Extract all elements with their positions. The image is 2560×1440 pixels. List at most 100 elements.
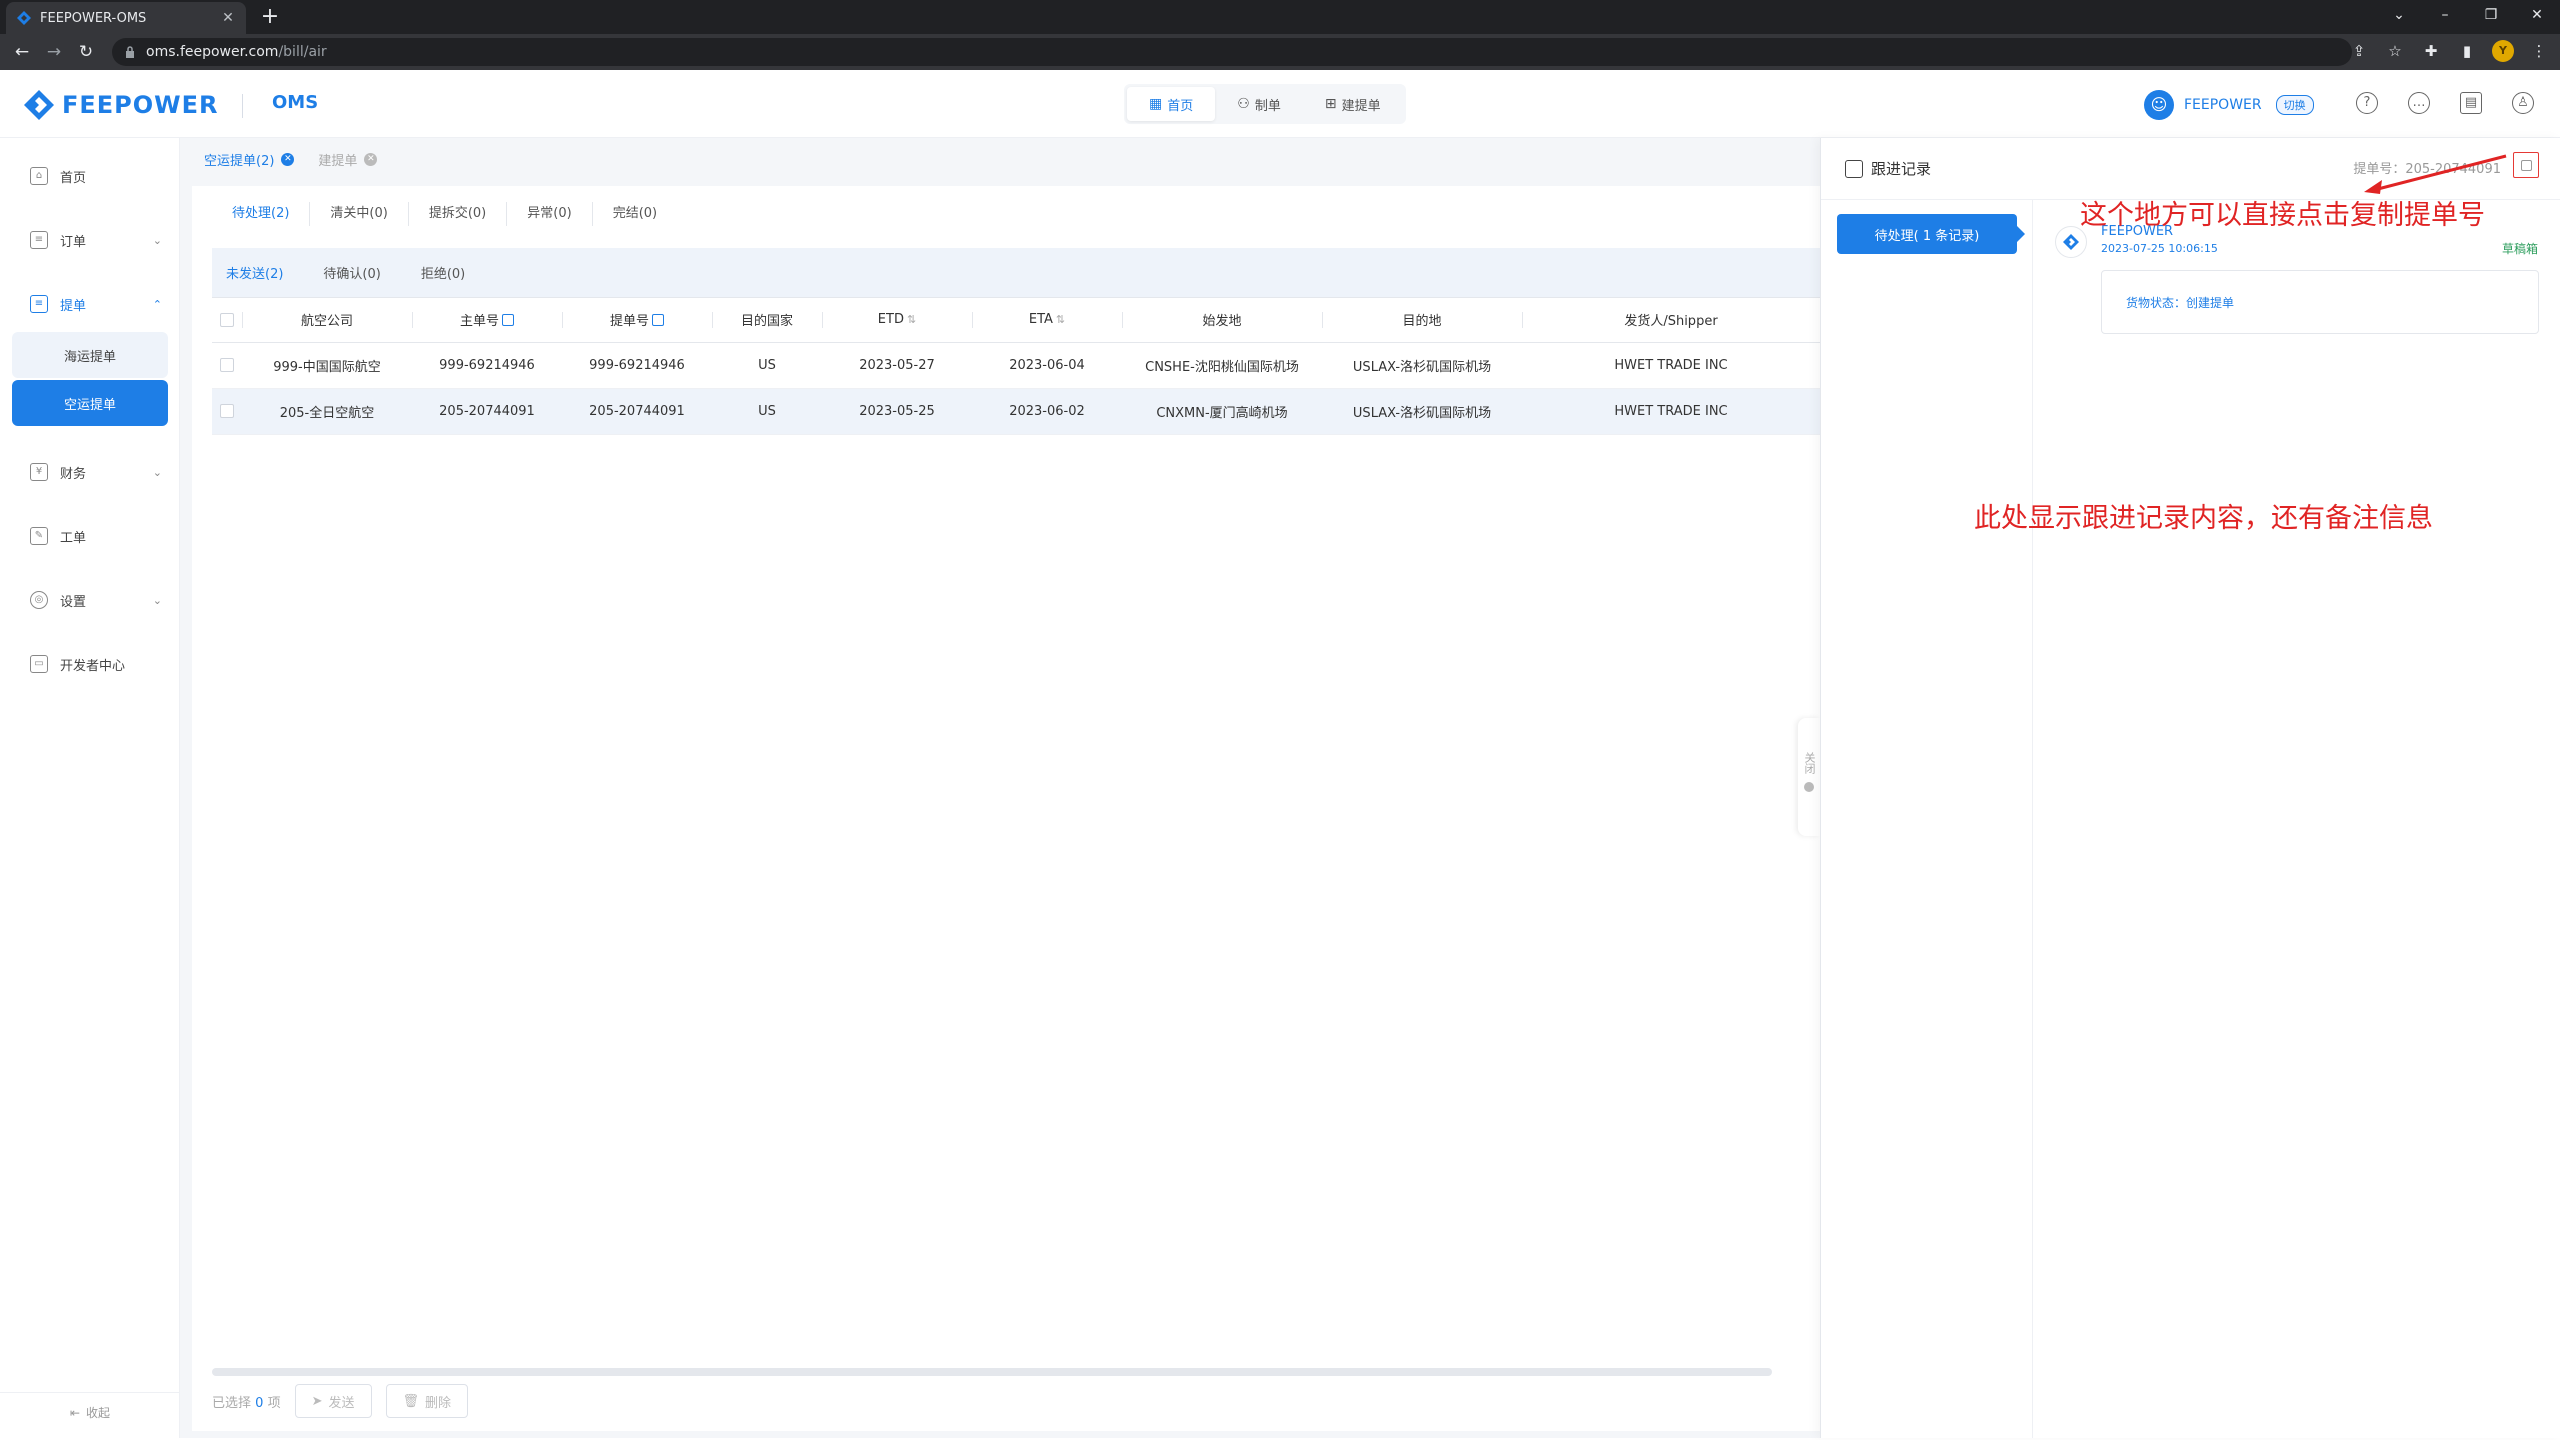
bookmark-star-icon[interactable]: ☆ — [2384, 40, 2406, 62]
send-button[interactable]: ➤ 发送 — [294, 1384, 372, 1418]
help-icon[interactable]: ? — [2356, 92, 2378, 114]
col-etd[interactable]: ETD ⇅ — [822, 298, 972, 343]
restore-icon[interactable]: ❐ — [2468, 0, 2514, 34]
cell-origin: CNSHE-沈阳桃仙国际机场 — [1122, 342, 1322, 389]
tab-search-icon[interactable]: ⌄ — [2376, 0, 2422, 34]
developer-icon: ▭ — [30, 655, 48, 673]
col-airline: 航空公司 — [242, 298, 412, 343]
cell-eta: 2023-06-04 — [972, 342, 1122, 389]
tab-completed[interactable]: 完结(0) — [593, 202, 677, 226]
sidebar-item-orders[interactable]: ≡ 订单 ⌄ — [0, 220, 180, 260]
feepower-logo-icon — [2063, 234, 2079, 250]
cell-airline: 205-全日空航空 — [242, 388, 412, 435]
annotation-arrow — [2364, 154, 2507, 194]
nav-home[interactable]: ▦ 首页 — [1127, 87, 1216, 121]
col-origin: 始发地 — [1122, 298, 1322, 343]
sidebar-item-tickets[interactable]: ✎ 工单 — [0, 516, 180, 556]
message-icon[interactable]: … — [2408, 92, 2430, 114]
tab-title: FEEPOWER-OMS — [40, 10, 147, 26]
settings-icon: ◎ — [30, 591, 48, 609]
bill-table: 航空公司 主单号 提单号 目的国家 ETD ⇅ ETA ⇅ 始发地 目的地 发货人/… — [212, 298, 1820, 435]
extensions-icon[interactable]: ✚ — [2420, 40, 2442, 62]
record-icon — [1845, 159, 1863, 178]
switch-account-button[interactable]: 切换 — [2275, 95, 2314, 115]
horizontal-scrollbar[interactable] — [212, 1368, 1772, 1376]
cell-shipper: HWET TRADE INC — [1522, 342, 1820, 389]
cell-shipper: HWET TRADE INC — [1522, 388, 1820, 435]
cell-master-no: 999-69214946 — [412, 342, 562, 389]
subtab-rejected[interactable]: 拒绝(0) — [421, 263, 465, 282]
tab-pickup[interactable]: 提拆交(0) — [409, 202, 508, 226]
app-header: FEEPOWER OMS ▦ 首页 ⚇ 制单 ⊞ 建提单 ☺ FEEPOWER 切换 … — [0, 70, 2560, 138]
user-menu[interactable]: ☺ FEEPOWER 切换 — [2144, 90, 2314, 120]
nav-create-bill[interactable]: ⊞ 建提单 — [1303, 87, 1403, 121]
order-icon: ≡ — [30, 231, 48, 249]
tab-close-icon[interactable]: ✕ — [220, 10, 236, 26]
calendar-icon[interactable]: ▤ — [2460, 92, 2482, 114]
sidebar-item-bills[interactable]: ≡ 提单 ⌃ — [0, 284, 180, 324]
row-checkbox[interactable] — [212, 388, 242, 435]
tab-customs[interactable]: 清关中(0) — [310, 202, 409, 226]
chevron-down-icon: ⌄ — [152, 465, 162, 479]
nav-create-order[interactable]: ⚇ 制单 — [1215, 87, 1303, 121]
cell-dest-country: US — [712, 388, 822, 435]
cell-destination: USLAX-洛杉矶国际机场 — [1322, 342, 1522, 389]
col-destination: 目的地 — [1322, 298, 1522, 343]
copy-bill-no-button[interactable] — [2513, 152, 2539, 178]
sort-icon[interactable]: ⇅ — [907, 313, 916, 326]
subtab-to-confirm[interactable]: 待确认(0) — [323, 263, 380, 282]
account-icon[interactable]: ♙ — [2512, 92, 2534, 114]
sidebar-subitem-sea-bill[interactable]: 海运提单 — [12, 332, 168, 378]
col-eta[interactable]: ETA ⇅ — [972, 298, 1122, 343]
logo[interactable]: FEEPOWER — [22, 88, 219, 122]
delete-button[interactable]: 🗑 删除 — [385, 1384, 469, 1418]
panel-close-tab[interactable]: 关闭 — [1798, 718, 1820, 836]
share-icon[interactable]: ⇪ — [2348, 40, 2370, 62]
status-tabs: 待处理(2) 清关中(0) 提拆交(0) 异常(0) 完结(0) — [212, 202, 677, 226]
table-row[interactable]: 999-中国国际航空 999-69214946 999-69214946 US … — [212, 342, 1820, 389]
sidebar-item-settings[interactable]: ◎ 设置 ⌄ — [0, 580, 180, 620]
col-dest-country: 目的国家 — [712, 298, 822, 343]
bill-icon: ≡ — [30, 295, 48, 313]
trash-icon: 🗑 — [402, 1393, 420, 1409]
sidebar-item-home[interactable]: ⌂ 首页 — [0, 156, 180, 196]
ticket-icon: ✎ — [30, 527, 48, 545]
minimize-icon[interactable]: – — [2422, 0, 2468, 34]
tab-pending[interactable]: 待处理(2) — [212, 202, 311, 226]
profile-avatar[interactable]: Y — [2492, 40, 2514, 62]
forward-icon[interactable]: → — [42, 40, 66, 64]
cell-dest-country: US — [712, 342, 822, 389]
record-status-badge: 草稿箱 — [2501, 242, 2538, 256]
sidebar-item-finance[interactable]: ¥ 财务 ⌄ — [0, 452, 180, 492]
sidebar-item-developer[interactable]: ▭ 开发者中心 — [0, 644, 180, 684]
page-tab-air-bill[interactable]: 空运提单(2) ✕ — [204, 150, 295, 169]
side-panel-icon[interactable]: ▮ — [2456, 40, 2478, 62]
feepower-logo-icon — [24, 90, 54, 120]
sidebar-subitem-air-bill[interactable]: 空运提单 — [12, 380, 168, 426]
select-all-checkbox[interactable] — [212, 298, 242, 343]
table-header-row: 航空公司 主单号 提单号 目的国家 ETD ⇅ ETA ⇅ 始发地 目的地 发货人/… — [212, 298, 1820, 343]
page-tab-create-bill[interactable]: 建提单 ✕ — [318, 150, 378, 169]
window-controls: ⌄ – ❐ ✕ — [2376, 0, 2560, 34]
chevron-down-icon: ⌄ — [152, 233, 162, 247]
copy-icon[interactable] — [502, 314, 514, 327]
table-row[interactable]: 205-全日空航空 205-20744091 205-20744091 US 2… — [212, 388, 1820, 435]
sidebar-collapse-button[interactable]: ⇤ 收起 — [0, 1392, 180, 1432]
pending-records-button[interactable]: 待处理( 1 条记录) — [1837, 214, 2025, 254]
cell-bill-no: 999-69214946 — [562, 342, 712, 389]
tab-exception[interactable]: 异常(0) — [507, 202, 593, 226]
back-icon[interactable]: ← — [10, 40, 34, 64]
cell-airline: 999-中国国际航空 — [242, 342, 412, 389]
sort-icon[interactable]: ⇅ — [1056, 313, 1065, 326]
browser-menu-icon[interactable]: ⋮ — [2528, 40, 2550, 62]
row-checkbox[interactable] — [212, 342, 242, 389]
reload-icon[interactable]: ↻ — [74, 40, 98, 64]
copy-icon[interactable] — [652, 314, 664, 327]
window-close-icon[interactable]: ✕ — [2514, 0, 2560, 34]
new-tab-button[interactable]: + — [256, 4, 284, 30]
subtab-unsent[interactable]: 未发送(2) — [226, 263, 283, 282]
close-icon[interactable]: ✕ — [281, 152, 295, 166]
close-icon[interactable]: ✕ — [364, 152, 378, 166]
address-bar[interactable]: oms.feepower.com/bill/air — [112, 38, 2352, 66]
browser-tab[interactable]: FEEPOWER-OMS ✕ — [6, 2, 246, 34]
